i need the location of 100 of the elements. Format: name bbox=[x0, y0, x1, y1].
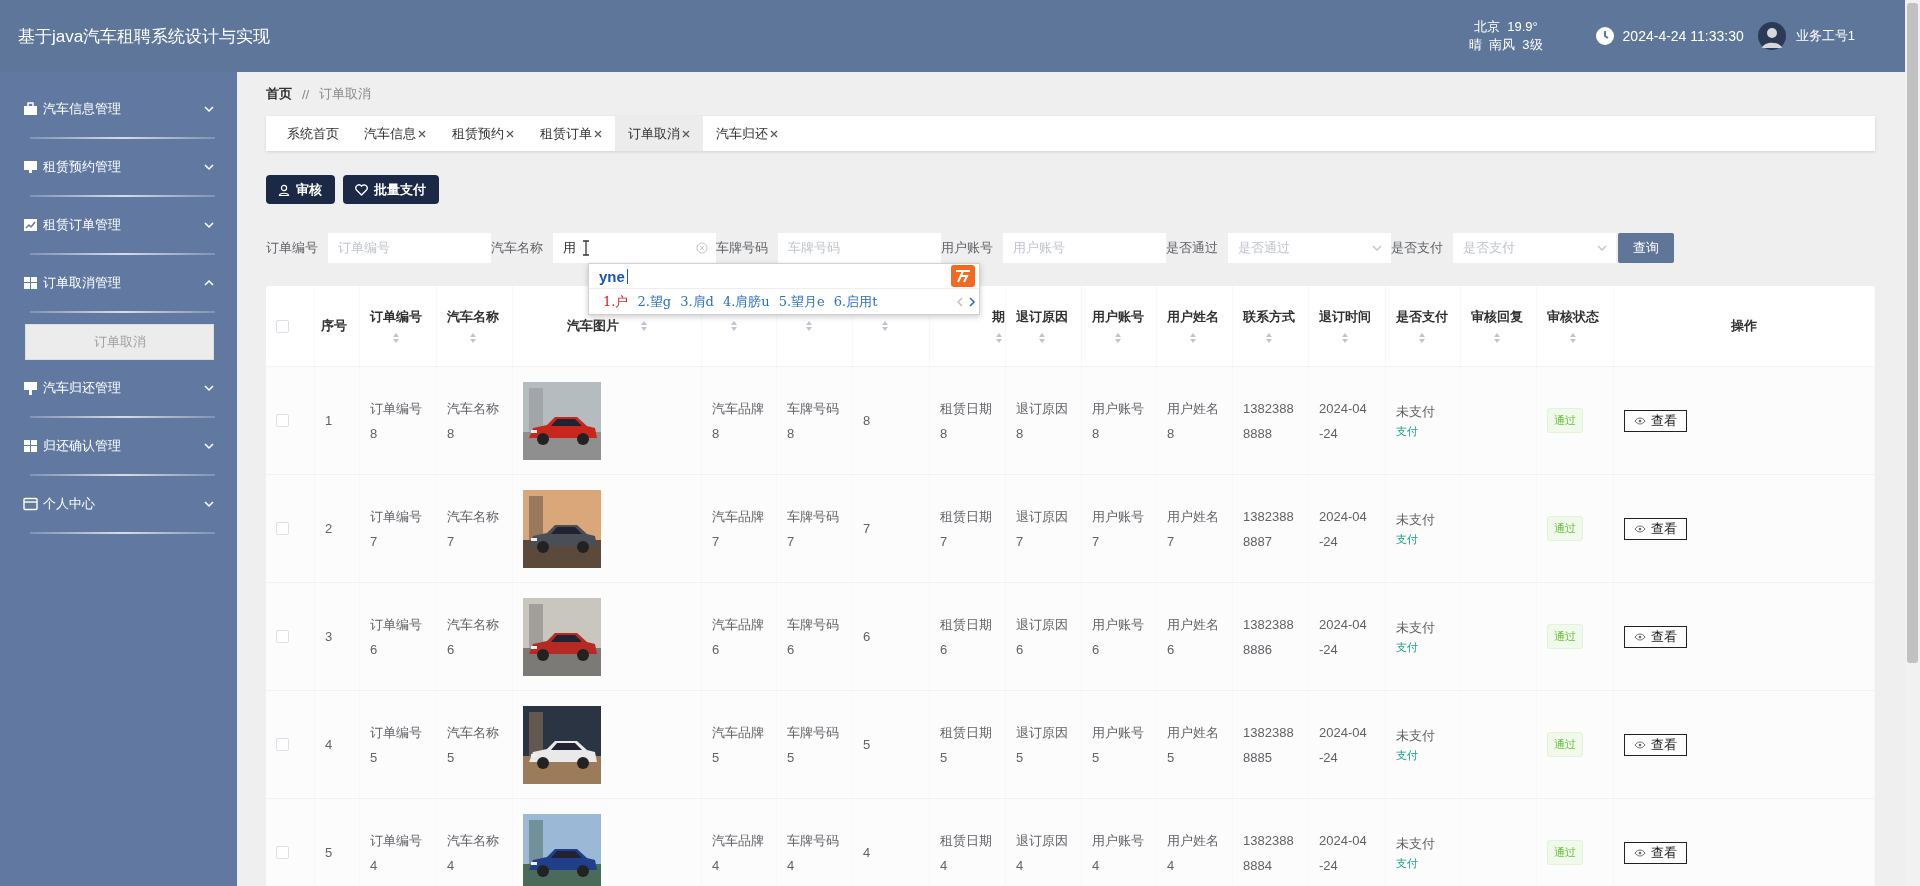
tab[interactable]: 订单取消 bbox=[615, 116, 703, 151]
breadcrumb-current: 订单取消 bbox=[319, 85, 372, 103]
pay-link[interactable]: 支付 bbox=[1396, 639, 1435, 655]
sidebar-item[interactable]: 汽车归还管理 bbox=[0, 360, 237, 416]
filter-label: 用户账号 bbox=[941, 239, 993, 257]
view-button[interactable]: 查看 bbox=[1624, 733, 1687, 756]
column-header: 期 bbox=[992, 308, 1005, 326]
view-button[interactable]: 查看 bbox=[1624, 409, 1687, 432]
weather-condition: 晴 bbox=[1469, 36, 1483, 54]
row-checkbox[interactable] bbox=[276, 630, 289, 643]
status-tag: 通过 bbox=[1547, 840, 1583, 865]
ime-candidate[interactable]: 6.启用t bbox=[833, 292, 878, 311]
column-header: 退订时间 bbox=[1319, 308, 1371, 326]
ime-candidate[interactable]: 3.肩d bbox=[680, 292, 714, 311]
clock-icon bbox=[1594, 26, 1615, 46]
placeholder: 是否支付 bbox=[1463, 239, 1516, 257]
placeholder: 是否通过 bbox=[1238, 239, 1291, 257]
scrollbar-thumb[interactable] bbox=[1907, 3, 1918, 663]
table-cell-text: 订单编号7 bbox=[370, 507, 423, 551]
filter-label: 汽车名称 bbox=[491, 239, 543, 257]
column-header: 订单编号 bbox=[370, 308, 422, 326]
payment-status: 未支付 bbox=[1396, 726, 1435, 745]
monitor-icon bbox=[23, 160, 38, 174]
pay-link[interactable]: 支付 bbox=[1396, 855, 1435, 871]
pay-link[interactable]: 支付 bbox=[1396, 423, 1435, 439]
table-cell-text: 汽车名称4 bbox=[447, 831, 500, 875]
table-cell-text: 车牌号码6 bbox=[787, 615, 840, 659]
table-cell-text: 汽车名称7 bbox=[447, 507, 500, 551]
view-button[interactable]: 查看 bbox=[1624, 841, 1687, 864]
view-button[interactable]: 查看 bbox=[1624, 625, 1687, 648]
column-header: 汽车图片 bbox=[566, 317, 619, 335]
column-header: 操作 bbox=[1731, 317, 1757, 335]
tab[interactable]: 汽车信息 bbox=[351, 116, 439, 151]
select-all-checkbox[interactable] bbox=[276, 319, 289, 333]
briefcase-icon bbox=[23, 102, 38, 116]
tab[interactable]: 租赁预约 bbox=[439, 116, 527, 151]
table-cell-text: 汽车名称6 bbox=[447, 615, 500, 659]
table-cell-text: 5 bbox=[863, 736, 871, 754]
ime-candidate[interactable]: 2.望g bbox=[637, 292, 672, 311]
sidebar-item[interactable]: 订单取消管理 bbox=[0, 255, 237, 311]
table-cell-text: 2024-04-24 bbox=[1319, 831, 1368, 875]
table-cell-text: 6 bbox=[863, 628, 871, 646]
user-name: 业务工号1 bbox=[1795, 27, 1855, 45]
sidebar-item[interactable]: 归还确认管理 bbox=[0, 418, 237, 474]
table-cell-text: 4 bbox=[863, 844, 871, 862]
view-button[interactable]: 查看 bbox=[1624, 517, 1687, 540]
table-cell-text: 租赁日期5 bbox=[940, 723, 993, 767]
column-header: 序号 bbox=[321, 317, 347, 335]
filter-label: 是否通过 bbox=[1166, 239, 1218, 257]
status-tag: 通过 bbox=[1547, 408, 1583, 433]
sidebar-item[interactable]: 个人中心 bbox=[0, 476, 237, 532]
toolbar-button[interactable]: 批量支付 bbox=[343, 175, 439, 204]
tab[interactable]: 汽车归还 bbox=[703, 116, 791, 151]
table-cell-text: 退订原因7 bbox=[1016, 507, 1069, 551]
breadcrumb-link[interactable]: 首页 bbox=[266, 85, 292, 103]
table-cell-text: 车牌号码7 bbox=[787, 507, 840, 551]
table-cell-text: 用户姓名6 bbox=[1167, 615, 1220, 659]
placeholder: 车牌号码 bbox=[788, 239, 841, 257]
column-header: 退订原因 bbox=[1016, 308, 1068, 326]
toolbar-button[interactable]: 审核 bbox=[266, 175, 335, 204]
table-cell-text: 租赁日期8 bbox=[940, 399, 993, 443]
input-field[interactable]: 用 bbox=[553, 233, 716, 263]
search-button[interactable]: 查询 bbox=[1618, 233, 1674, 263]
sidebar-item[interactable]: 租赁订单管理 bbox=[0, 197, 237, 253]
row-checkbox[interactable] bbox=[276, 846, 289, 859]
ime-candidate[interactable]: 1.户 bbox=[603, 292, 629, 311]
table-cell-text: 4 bbox=[325, 736, 333, 754]
user-icon bbox=[278, 183, 290, 196]
table-cell-text: 汽车品牌8 bbox=[712, 399, 765, 443]
app-title: 基于java汽车租聘系统设计与实现 bbox=[18, 25, 272, 48]
table-cell-text: 车牌号码4 bbox=[787, 831, 840, 875]
tab[interactable]: 系统首页 bbox=[274, 116, 351, 151]
ime-candidate[interactable]: 5.望月e bbox=[778, 292, 825, 311]
tab[interactable]: 租赁订单 bbox=[527, 116, 615, 151]
table-cell-text: 2024-04-24 bbox=[1319, 723, 1368, 767]
status-tag: 通过 bbox=[1547, 516, 1583, 541]
chevron-left-icon bbox=[956, 295, 964, 308]
column-header: 审核回复 bbox=[1471, 308, 1523, 326]
chevron-right-icon bbox=[968, 295, 976, 308]
row-checkbox[interactable] bbox=[276, 522, 289, 535]
sidebar-item[interactable]: 汽车信息管理 bbox=[0, 81, 237, 137]
placeholder: 订单编号 bbox=[338, 239, 391, 257]
scrollbar-track[interactable] bbox=[1905, 0, 1920, 886]
table-cell-text: 汽车品牌6 bbox=[712, 615, 765, 659]
pay-link[interactable]: 支付 bbox=[1396, 531, 1435, 547]
weather-wind-force: 3级 bbox=[1522, 36, 1543, 54]
ime-candidate[interactable]: 4.肩膀u bbox=[722, 292, 770, 311]
row-checkbox[interactable] bbox=[276, 414, 289, 427]
sidebar-item[interactable]: 租赁预约管理 bbox=[0, 139, 237, 195]
table-cell-text: 汽车名称8 bbox=[447, 399, 500, 443]
pay-link[interactable]: 支付 bbox=[1396, 747, 1435, 763]
table-cell-text: 13823888884 bbox=[1243, 831, 1295, 875]
payment-status: 未支付 bbox=[1396, 510, 1435, 529]
table-cell-text: 13823888885 bbox=[1243, 723, 1295, 767]
table-cell-text: 5 bbox=[325, 844, 333, 862]
status-tag: 通过 bbox=[1547, 732, 1583, 757]
filter-label: 车牌号码 bbox=[716, 239, 768, 257]
table-cell-text: 用户姓名5 bbox=[1167, 723, 1220, 767]
table-cell-text: 用户姓名8 bbox=[1167, 399, 1220, 443]
row-checkbox[interactable] bbox=[276, 738, 289, 751]
